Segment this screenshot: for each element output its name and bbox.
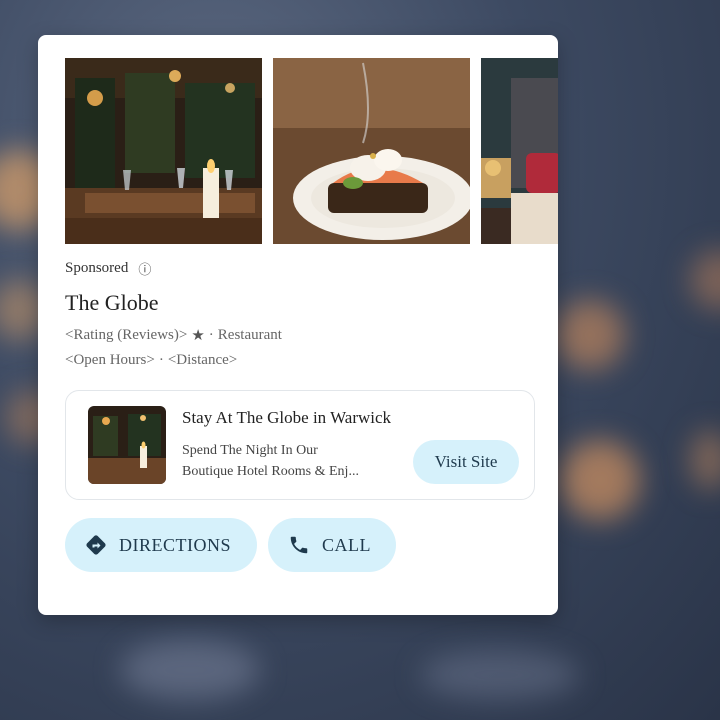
sponsored-row: Sponsored ⓘ (65, 259, 151, 278)
call-label: CALL (322, 534, 371, 555)
star-icon: ★ (191, 326, 205, 344)
promo-description: Spend The Night In Our Boutique Hotel Ro… (182, 440, 407, 482)
rating-placeholder: <Rating (Reviews)> (65, 326, 188, 343)
promo-description-line: Boutique Hotel Rooms & Enj... (182, 464, 359, 479)
photo-carousel[interactable] (65, 58, 558, 244)
restaurant-dining-room-photo[interactable] (65, 58, 262, 244)
rating-category-row: <Rating (Reviews)> ★ · Restaurant (65, 326, 282, 344)
place-title[interactable]: The Globe (65, 290, 158, 316)
distance-placeholder: <Distance> (167, 352, 238, 368)
meta-separator: · (158, 352, 164, 368)
phone-icon (290, 536, 308, 554)
hours-distance-row: <Open Hours> · <Distance> (65, 352, 237, 369)
meta-separator: · (208, 326, 214, 343)
promo-thumbnail (88, 406, 166, 484)
hotel-bedroom-photo[interactable] (481, 58, 558, 244)
directions-button[interactable]: DIRECTIONS (65, 518, 257, 572)
hours-placeholder: <Open Hours> (65, 352, 155, 368)
promo-description-line: Spend The Night In Our (182, 443, 318, 458)
directions-icon (86, 535, 106, 555)
category-label: Restaurant (217, 326, 282, 343)
info-icon[interactable]: ⓘ (138, 259, 151, 278)
visit-site-button[interactable]: Visit Site (413, 440, 519, 484)
call-button[interactable]: CALL (268, 518, 396, 572)
sponsored-label: Sponsored (65, 260, 129, 276)
place-card: Sponsored ⓘ The Globe <Rating (Reviews)>… (38, 35, 558, 615)
promo-title[interactable]: Stay At The Globe in Warwick (182, 408, 391, 428)
directions-label: DIRECTIONS (119, 534, 231, 555)
promo-card[interactable]: Stay At The Globe in Warwick Spend The N… (65, 390, 535, 500)
salmon-toast-dish-photo[interactable] (273, 58, 470, 244)
